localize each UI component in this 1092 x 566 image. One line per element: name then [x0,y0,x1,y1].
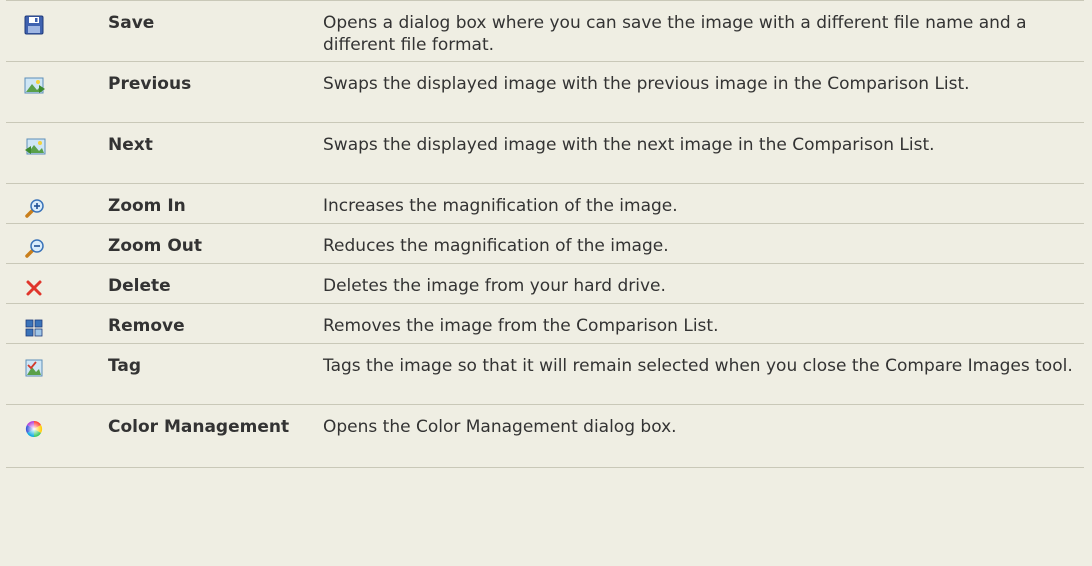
tool-name: Remove [108,316,185,336]
previous-image-icon [24,76,102,96]
table-row: Zoom Out Reduces the magnification of th… [6,224,1084,264]
tool-description: Opens a dialog box where you can save th… [323,13,1027,55]
color-wheel-icon [24,419,102,439]
tool-name: Delete [108,276,171,296]
tool-description: Increases the magnification of the image… [323,196,678,216]
table-row: Tag Tags the image so that it will remai… [6,344,1084,405]
toolbar-reference-table: Save Opens a dialog box where you can sa… [6,0,1084,468]
tool-description: Reduces the magnification of the image. [323,236,669,256]
tool-name: Zoom In [108,196,186,216]
table-row: Previous Swaps the displayed image with … [6,62,1084,123]
next-image-icon [24,137,102,157]
table-row: Delete Deletes the image from your hard … [6,264,1084,304]
tool-description: Swaps the displayed image with the next … [323,135,935,155]
remove-image-icon [24,318,102,338]
zoom-in-icon [24,198,102,218]
tool-name: Next [108,135,153,155]
tool-description: Tags the image so that it will remain se… [323,356,1073,376]
table-row: Color Management Opens the Color Managem… [6,405,1084,468]
tool-description: Swaps the displayed image with the previ… [323,74,970,94]
tool-description: Deletes the image from your hard drive. [323,276,666,296]
table-row: Save Opens a dialog box where you can sa… [6,1,1084,62]
tool-name: Zoom Out [108,236,202,256]
tool-name: Save [108,13,155,33]
zoom-out-icon [24,238,102,258]
floppy-disk-icon [24,15,102,35]
tool-name: Color Management [108,417,290,437]
table-row: Next Swaps the displayed image with the … [6,123,1084,184]
tool-name: Previous [108,74,192,94]
delete-x-icon [24,278,102,298]
table-row: Remove Removes the image from the Compar… [6,304,1084,344]
tag-image-icon [24,358,102,378]
table-row: Zoom In Increases the magnification of t… [6,184,1084,224]
tool-description: Opens the Color Management dialog box. [323,417,677,437]
tool-description: Removes the image from the Comparison Li… [323,316,719,336]
tool-name: Tag [108,356,142,376]
